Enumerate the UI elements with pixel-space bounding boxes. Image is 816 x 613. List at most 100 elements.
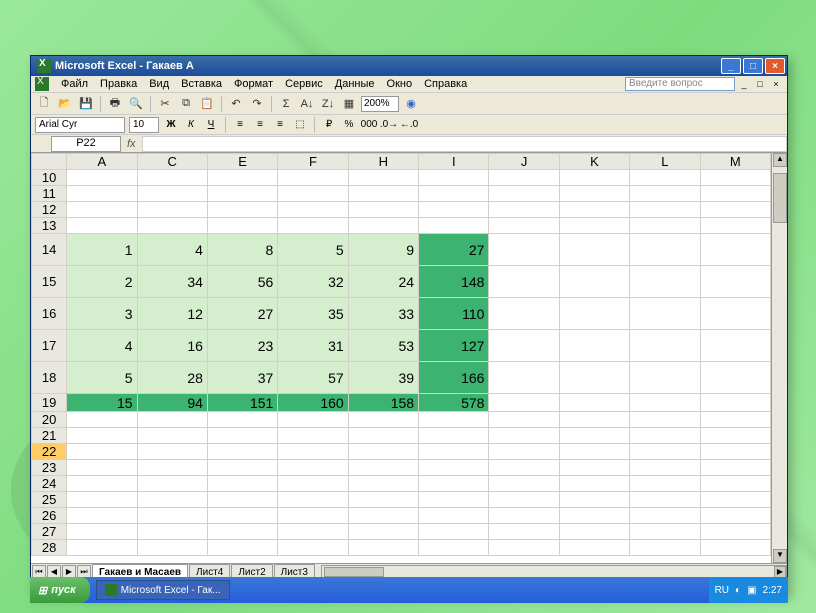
cell[interactable] — [348, 444, 418, 460]
cell[interactable] — [489, 460, 559, 476]
doc-restore-button[interactable]: □ — [753, 77, 767, 91]
cell[interactable] — [67, 202, 137, 218]
cell[interactable]: 57 — [278, 362, 348, 394]
cell[interactable] — [278, 412, 348, 428]
vertical-scrollbar[interactable]: ▲ ▼ — [771, 153, 787, 563]
cell[interactable] — [559, 330, 629, 362]
cell[interactable] — [700, 460, 770, 476]
cell[interactable] — [700, 362, 770, 394]
cell[interactable]: 23 — [207, 330, 277, 362]
cell[interactable]: 160 — [278, 394, 348, 412]
tray-lang[interactable]: RU — [715, 585, 729, 596]
row-header[interactable]: 10 — [32, 170, 67, 186]
minimize-button[interactable]: _ — [721, 58, 741, 74]
zoom-select[interactable]: 200% — [361, 96, 399, 112]
align-right-icon[interactable]: ≡ — [272, 117, 288, 133]
cell[interactable] — [559, 412, 629, 428]
autosum-icon[interactable]: Σ — [277, 95, 295, 113]
menu-edit[interactable]: Правка — [94, 78, 143, 90]
row-header[interactable]: 13 — [32, 218, 67, 234]
row-header[interactable]: 23 — [32, 460, 67, 476]
formula-input[interactable] — [142, 136, 787, 152]
cell[interactable]: 94 — [137, 394, 207, 412]
cell[interactable] — [67, 508, 137, 524]
cell[interactable] — [67, 476, 137, 492]
cell[interactable] — [700, 394, 770, 412]
row-header[interactable]: 26 — [32, 508, 67, 524]
cell[interactable]: 4 — [67, 330, 137, 362]
cell[interactable] — [207, 476, 277, 492]
chart-icon[interactable]: ▦ — [340, 95, 358, 113]
cell[interactable] — [419, 492, 489, 508]
cell[interactable]: 32 — [278, 266, 348, 298]
cell[interactable]: 166 — [419, 362, 489, 394]
cell[interactable] — [489, 298, 559, 330]
cut-icon[interactable]: ✂ — [156, 95, 174, 113]
cell[interactable] — [137, 186, 207, 202]
row-header[interactable]: 17 — [32, 330, 67, 362]
cell[interactable] — [489, 362, 559, 394]
cell[interactable] — [278, 186, 348, 202]
cell[interactable] — [207, 218, 277, 234]
cell[interactable] — [278, 170, 348, 186]
cell[interactable] — [67, 460, 137, 476]
cell[interactable]: 3 — [67, 298, 137, 330]
cell[interactable] — [630, 218, 700, 234]
percent-icon[interactable]: % — [341, 117, 357, 133]
cell[interactable] — [207, 540, 277, 556]
column-header[interactable]: A — [67, 154, 137, 170]
cell[interactable]: 8 — [207, 234, 277, 266]
cell[interactable] — [207, 492, 277, 508]
cell[interactable] — [348, 202, 418, 218]
row-header[interactable]: 21 — [32, 428, 67, 444]
cell[interactable] — [348, 428, 418, 444]
cell[interactable] — [348, 460, 418, 476]
cell[interactable] — [489, 508, 559, 524]
row-header[interactable]: 15 — [32, 266, 67, 298]
menu-data[interactable]: Данные — [329, 78, 381, 90]
cell[interactable] — [489, 394, 559, 412]
cell[interactable] — [630, 170, 700, 186]
cell[interactable] — [559, 186, 629, 202]
italic-button[interactable]: К — [183, 117, 199, 133]
cell[interactable] — [278, 540, 348, 556]
cell[interactable] — [559, 508, 629, 524]
cell[interactable] — [700, 170, 770, 186]
menu-insert[interactable]: Вставка — [175, 78, 228, 90]
row-header[interactable]: 22 — [32, 444, 67, 460]
bold-button[interactable]: Ж — [163, 117, 179, 133]
cell[interactable] — [700, 234, 770, 266]
cell[interactable]: 33 — [348, 298, 418, 330]
cell[interactable] — [700, 476, 770, 492]
column-header[interactable]: L — [630, 154, 700, 170]
cell[interactable] — [348, 492, 418, 508]
cell[interactable] — [489, 428, 559, 444]
cell[interactable] — [137, 476, 207, 492]
cell[interactable]: 4 — [137, 234, 207, 266]
cell[interactable] — [207, 202, 277, 218]
cell[interactable] — [559, 492, 629, 508]
cell[interactable] — [630, 298, 700, 330]
start-button[interactable]: ⊞ пуск — [30, 577, 90, 603]
cell[interactable] — [278, 428, 348, 444]
cell[interactable] — [630, 428, 700, 444]
cell[interactable] — [419, 202, 489, 218]
column-header[interactable]: I — [419, 154, 489, 170]
font-size-select[interactable]: 10 — [129, 117, 159, 133]
scroll-right-icon[interactable]: ▶ — [774, 566, 786, 578]
cell[interactable] — [419, 170, 489, 186]
cell[interactable] — [559, 476, 629, 492]
cell[interactable] — [700, 428, 770, 444]
cell[interactable] — [278, 524, 348, 540]
cell[interactable] — [207, 428, 277, 444]
cell[interactable] — [137, 202, 207, 218]
cell[interactable]: 1 — [67, 234, 137, 266]
cell[interactable]: 15 — [67, 394, 137, 412]
sort-desc-icon[interactable]: Z↓ — [319, 95, 337, 113]
preview-icon[interactable]: 🔍 — [127, 95, 145, 113]
hscroll-thumb[interactable] — [324, 567, 384, 577]
cell[interactable] — [559, 298, 629, 330]
cell[interactable]: 39 — [348, 362, 418, 394]
cell[interactable] — [348, 540, 418, 556]
row-header[interactable]: 12 — [32, 202, 67, 218]
